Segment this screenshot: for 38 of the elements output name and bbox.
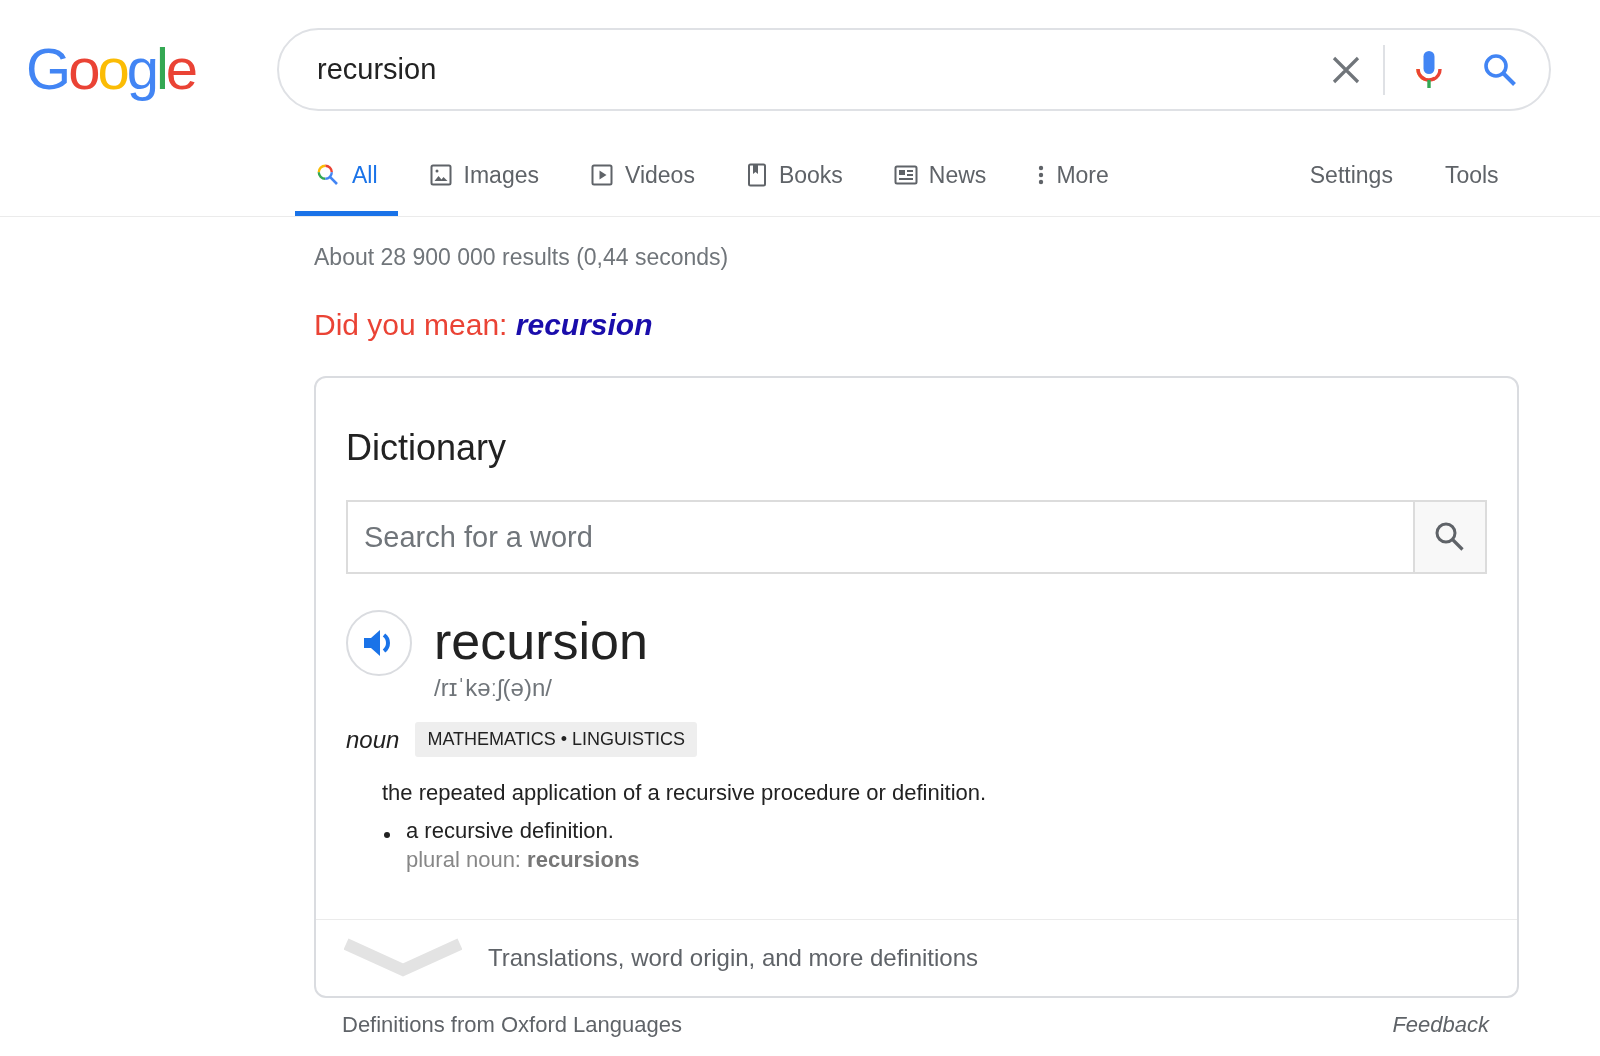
phonetic: /rɪˈkəːʃ(ə)n/ xyxy=(434,674,553,702)
news-icon xyxy=(893,163,918,187)
more-definitions-row[interactable]: Translations, word origin, and more definitions xyxy=(316,919,1517,996)
definition: the repeated application of a recursive procedure or definition. xyxy=(382,780,988,806)
search-tab[interactable]: Books xyxy=(725,148,863,216)
close-icon[interactable] xyxy=(1331,54,1361,85)
search-tab[interactable]: Images xyxy=(408,148,559,216)
suggestion-link[interactable]: recursion xyxy=(515,308,653,341)
image-icon xyxy=(428,163,453,187)
search-tab[interactable]: Videos xyxy=(570,148,715,216)
search-input[interactable]: recursion xyxy=(317,53,1331,86)
toolbar-link[interactable]: Settings xyxy=(1309,148,1393,216)
more-icon xyxy=(1037,163,1046,187)
plural-form: plural noun: recursions xyxy=(406,847,640,873)
part-of-speech: noun xyxy=(346,725,400,754)
subject-tag: MATHEMATICS • LINGUISTICS xyxy=(415,722,698,757)
microphone-icon[interactable] xyxy=(1415,50,1443,89)
search-bar[interactable]: recursion xyxy=(277,28,1551,111)
source-note: Definitions from Oxford Languages xyxy=(342,1012,682,1038)
search-button[interactable] xyxy=(1413,500,1487,574)
search-tab[interactable]: All xyxy=(295,148,398,216)
word-search-field[interactable]: Search for a word xyxy=(346,500,1413,574)
feedback-link[interactable]: Feedback xyxy=(1392,1012,1489,1038)
result-stats: About 28 900 000 results (0,44 seconds) xyxy=(314,244,730,272)
book-icon xyxy=(745,163,768,187)
search-tab[interactable]: More xyxy=(1017,148,1129,216)
search-icon xyxy=(1434,521,1466,553)
chevron-icon xyxy=(344,938,462,978)
headword: recursion xyxy=(434,612,648,670)
spelling-prompt: Did you mean: xyxy=(314,308,508,341)
card-title: Dictionary xyxy=(346,426,508,470)
google-logo[interactable]: Google xyxy=(26,35,277,102)
search-icon[interactable] xyxy=(1483,52,1517,87)
sub-definition: a recursive definition. xyxy=(406,818,615,844)
toolbar-link[interactable]: Tools xyxy=(1444,148,1499,216)
search-tab[interactable]: News xyxy=(873,148,1007,216)
video-icon xyxy=(590,163,614,187)
bullet xyxy=(384,832,390,838)
